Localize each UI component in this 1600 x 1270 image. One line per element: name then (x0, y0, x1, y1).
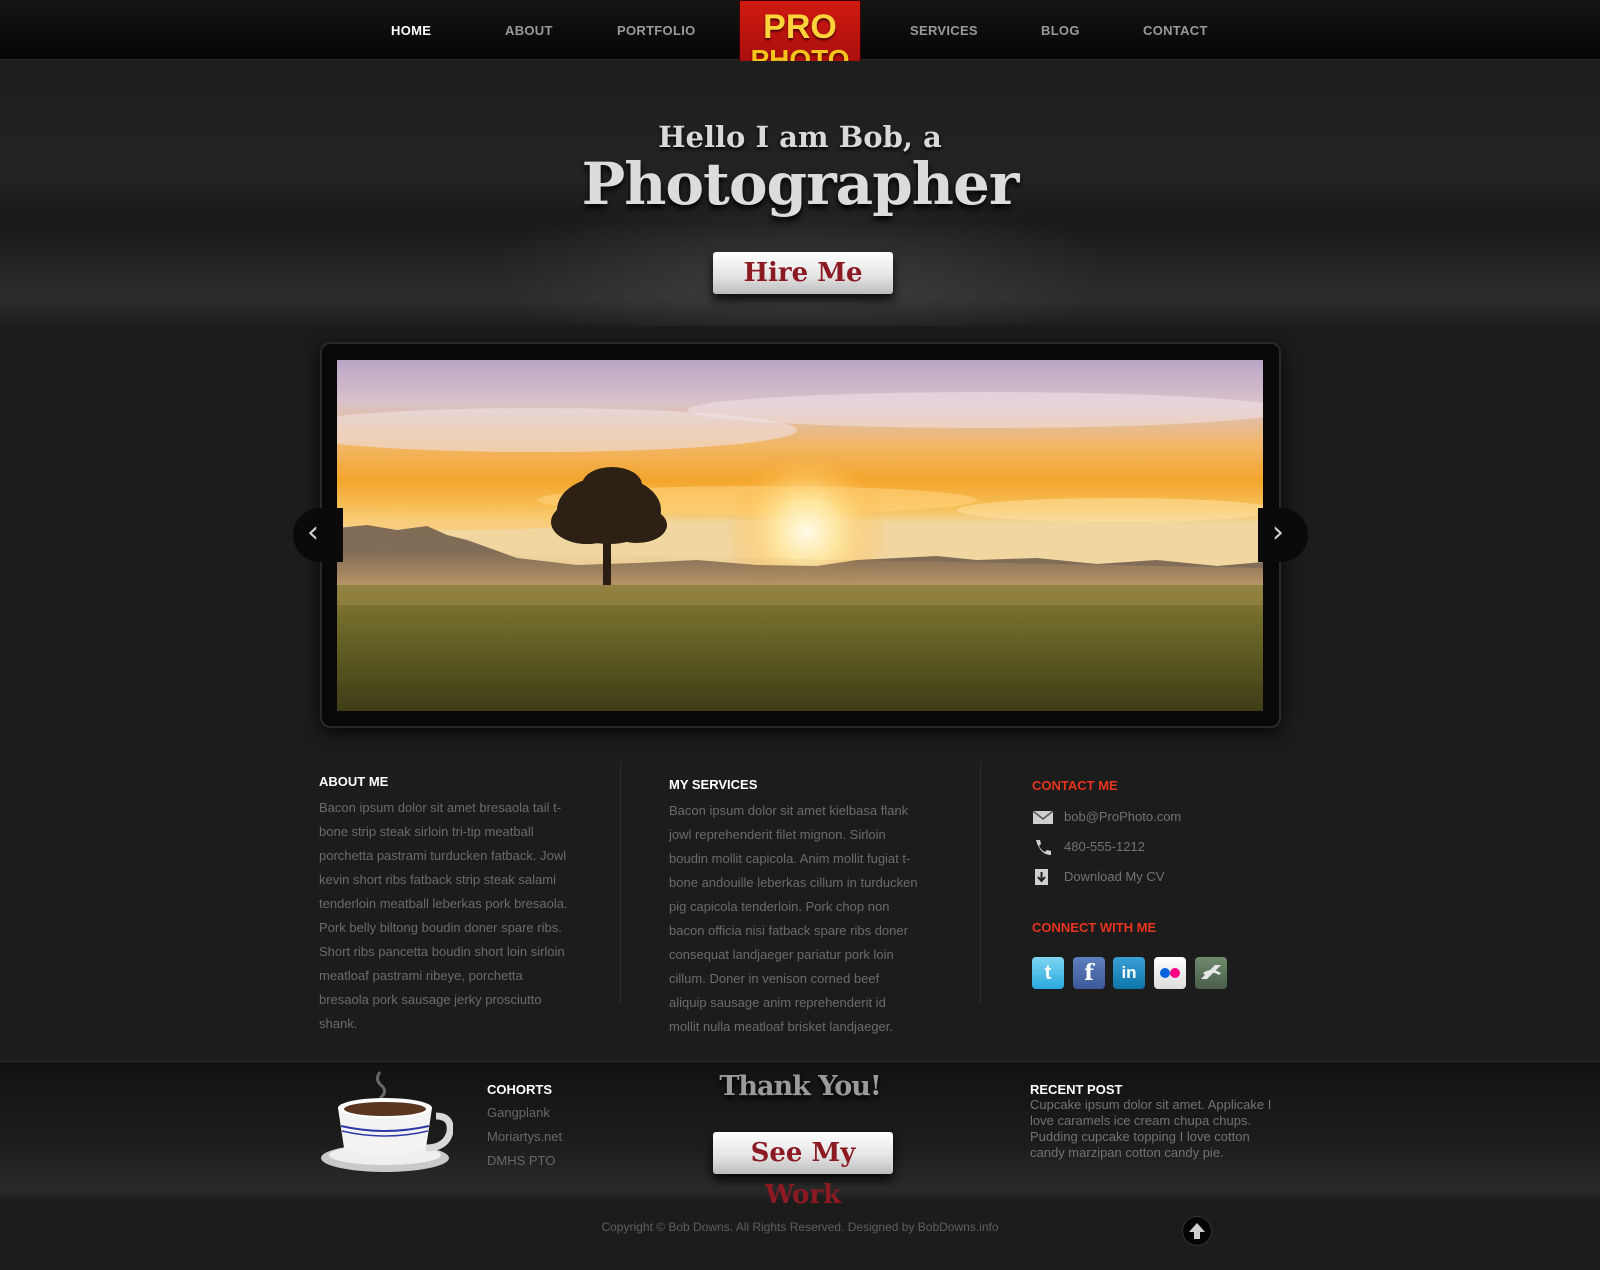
nav-portfolio[interactable]: PORTFOLIO (617, 23, 696, 38)
nav-home[interactable]: HOME (391, 23, 431, 38)
nav-services[interactable]: SERVICES (910, 23, 978, 38)
contact-section: CONTACT ME bob@ProPhoto.com 480-555-1212… (1032, 778, 1292, 942)
thank-you-heading: Thank You! (719, 1071, 881, 1102)
download-icon (1035, 869, 1048, 885)
column-divider (620, 762, 621, 1004)
nav-contact[interactable]: CONTACT (1143, 23, 1208, 38)
arrow-up-icon (1189, 1223, 1205, 1239)
about-text: Bacon ipsum dolor sit amet bresaola tail… (319, 800, 568, 1031)
chevron-right-icon: › (1272, 515, 1284, 550)
hire-me-button[interactable]: Hire Me (713, 252, 893, 294)
nav-about[interactable]: ABOUT (505, 23, 553, 38)
slider-prev-button[interactable]: ‹ (293, 508, 343, 562)
hero-greeting: Hello I am Bob, a (658, 120, 942, 154)
chevron-left-icon: ‹ (307, 515, 319, 550)
about-section: ABOUT ME Bacon ipsum dolor sit amet bres… (319, 774, 574, 1036)
contact-email-text: bob@ProPhoto.com (1064, 809, 1182, 824)
sunset-landscape-image (337, 360, 1263, 711)
linkedin-icon[interactable]: in (1113, 957, 1145, 989)
slider-photo (337, 360, 1263, 711)
about-heading: ABOUT ME (319, 774, 389, 789)
twitter-icon[interactable]: t (1032, 957, 1064, 989)
envelope-icon (1032, 810, 1054, 824)
hero-title: Photographer (581, 150, 1020, 218)
logo-line-1: PRO (763, 8, 837, 46)
download-cv-text: Download My CV (1064, 869, 1165, 884)
contact-phone-text: 480-555-1212 (1064, 839, 1145, 854)
recent-post-heading: RECENT POST (1030, 1082, 1123, 1097)
back-to-top-button[interactable] (1183, 1217, 1211, 1245)
services-text: Bacon ipsum dolor sit amet kielbasa flan… (669, 803, 918, 1034)
cohort-link[interactable]: DMHS PTO (487, 1149, 562, 1173)
cohort-link[interactable]: Gangplank (487, 1101, 562, 1125)
cohort-link[interactable]: Moriartys.net (487, 1125, 562, 1149)
column-divider (980, 762, 981, 1004)
services-heading: MY SERVICES (669, 777, 758, 792)
nav-blog[interactable]: BLOG (1041, 23, 1080, 38)
recent-post-section: RECENT POST Cupcake ipsum dolor sit amet… (1030, 1082, 1275, 1161)
cohorts-section: COHORTS Gangplank Moriartys.net DMHS PTO (487, 1082, 562, 1173)
contact-email[interactable]: bob@ProPhoto.com (1032, 808, 1292, 838)
services-section: MY SERVICES Bacon ipsum dolor sit amet k… (669, 777, 919, 1039)
see-my-work-button[interactable]: See My Work (713, 1132, 893, 1210)
download-cv-link[interactable]: Download My CV (1032, 868, 1292, 898)
cohorts-heading: COHORTS (487, 1082, 552, 1097)
flickr-dots (1160, 968, 1180, 978)
deviantart-icon[interactable] (1195, 957, 1227, 989)
phone-icon (1036, 840, 1051, 855)
deviantart-glyph (1201, 965, 1221, 979)
slider-next-button[interactable]: › (1258, 508, 1308, 562)
facebook-icon[interactable]: f (1073, 957, 1105, 989)
contact-phone[interactable]: 480-555-1212 (1032, 838, 1292, 868)
connect-heading: CONNECT WITH ME (1032, 920, 1157, 935)
contact-heading: CONTACT ME (1032, 778, 1118, 793)
coffee-cup-icon (321, 1071, 453, 1172)
recent-post-text: Cupcake ipsum dolor sit amet. Applicake … (1030, 1097, 1272, 1160)
copyright-text: Copyright © Bob Downs. All Rights Reserv… (601, 1220, 999, 1234)
flickr-icon[interactable] (1154, 957, 1186, 989)
